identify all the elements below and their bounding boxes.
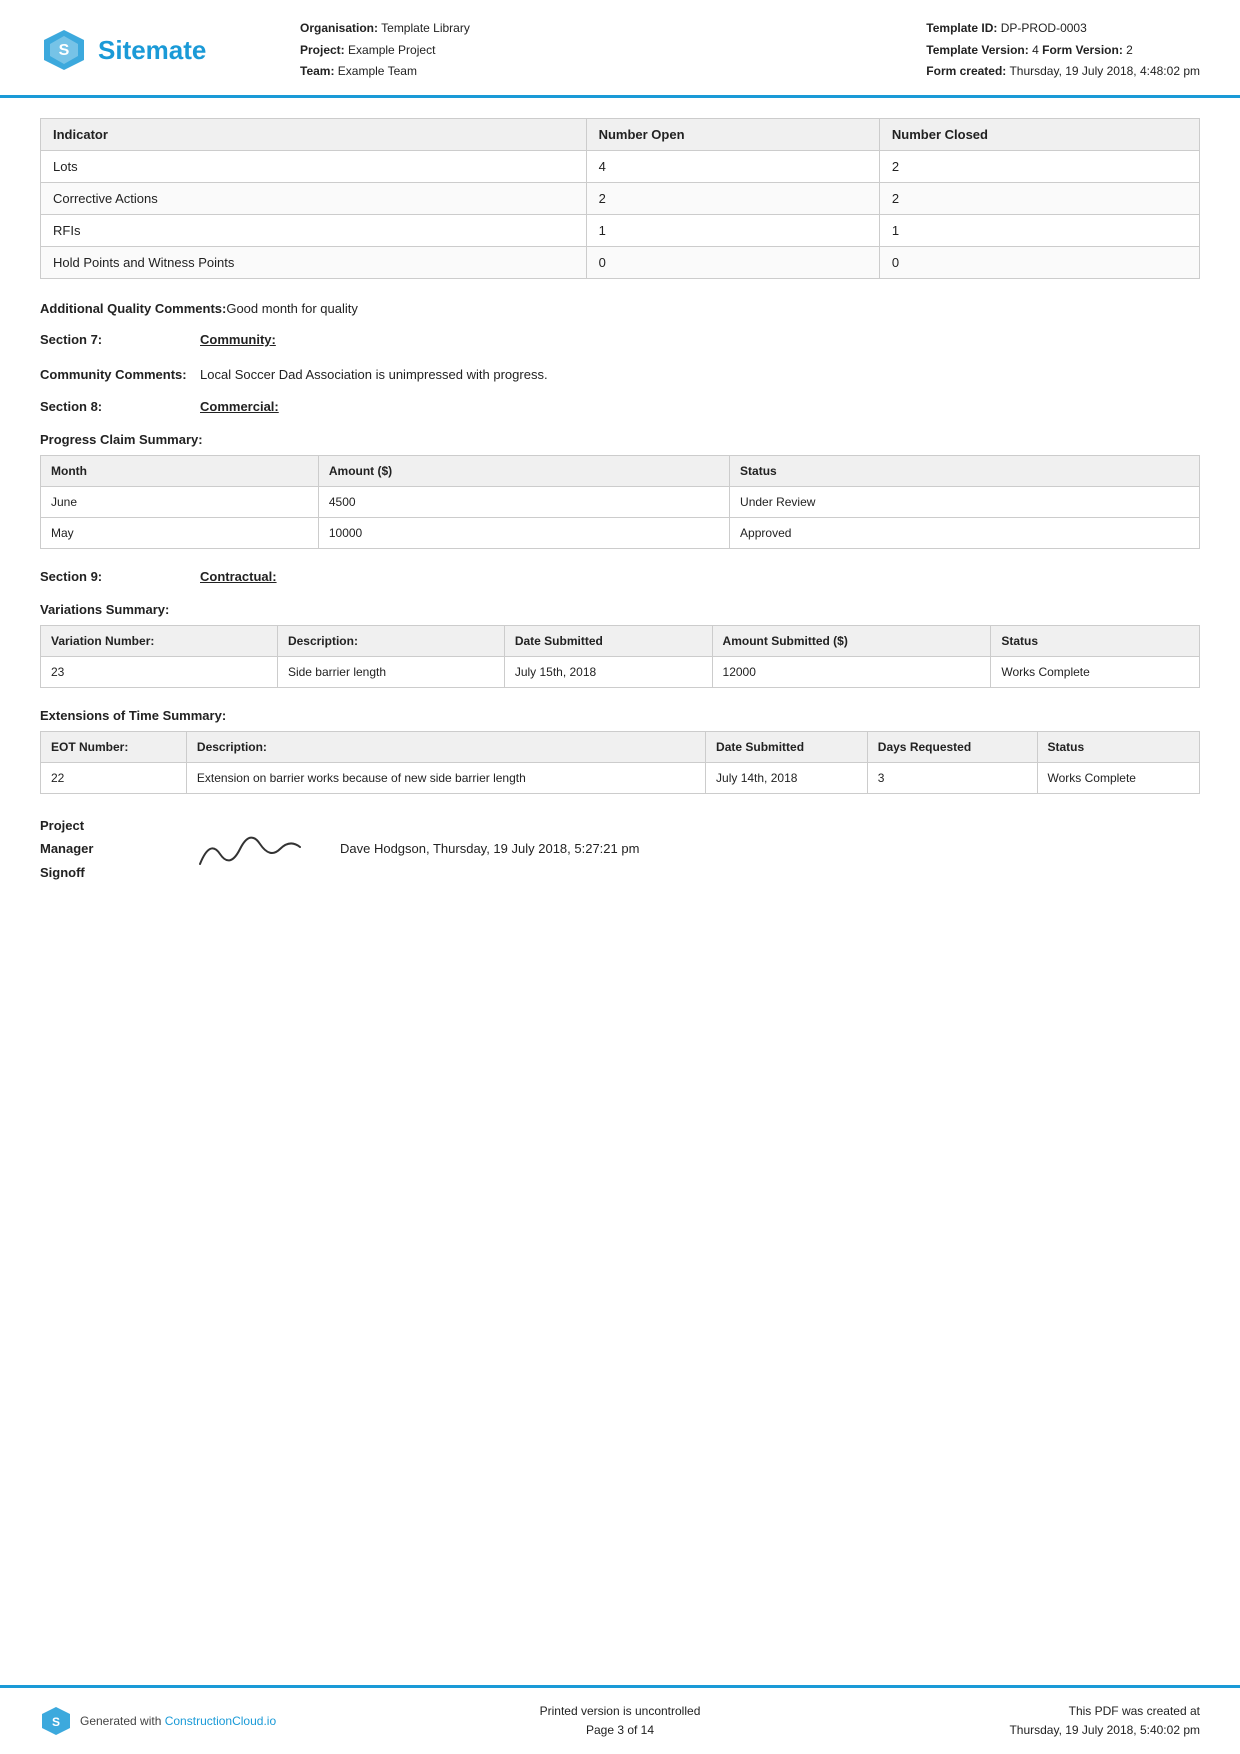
signoff-row: Project Manager Signoff Dave Hodgson, Th… — [40, 814, 1200, 884]
page-footer: S Generated with ConstructionCloud.io Pr… — [0, 1685, 1240, 1754]
footer-right: This PDF was created at Thursday, 19 Jul… — [940, 1702, 1200, 1740]
version-row: Template Version: 4 Form Version: 2 — [926, 40, 1200, 62]
variation-desc-header: Description: — [277, 625, 504, 656]
additional-quality-value: Good month for quality — [226, 299, 1200, 319]
header-meta: Organisation: Template Library Project: … — [260, 18, 1200, 83]
form-created-label: Form created: — [926, 64, 1006, 78]
section9-title: Contractual: — [200, 569, 277, 584]
section8-num: Section 8: — [40, 399, 200, 414]
footer-pdf-created: This PDF was created at — [940, 1702, 1200, 1721]
progress-amount-header: Amount ($) — [318, 455, 729, 486]
eot-date-header: Date Submitted — [706, 731, 868, 762]
number-closed-col-header: Number Closed — [879, 118, 1199, 150]
indicator-col-header: Indicator — [41, 118, 587, 150]
template-id-value: DP-PROD-0003 — [1001, 21, 1087, 35]
signoff-label-line2: Manager — [40, 837, 160, 860]
header-meta-left: Organisation: Template Library Project: … — [300, 18, 470, 83]
section7-title: Community: — [200, 332, 276, 347]
indicator-table: Indicator Number Open Number Closed Lots… — [40, 118, 1200, 279]
progress-claim-title: Progress Claim Summary: — [40, 432, 1200, 447]
table-row: 23Side barrier lengthJuly 15th, 20181200… — [41, 656, 1200, 687]
additional-quality-row: Additional Quality Comments: Good month … — [40, 299, 1200, 319]
form-created-row: Form created: Thursday, 19 July 2018, 4:… — [926, 61, 1200, 83]
additional-quality-label: Additional Quality Comments: — [40, 299, 226, 319]
table-row: June4500Under Review — [41, 486, 1200, 517]
form-created-value: Thursday, 19 July 2018, 4:48:02 pm — [1009, 64, 1200, 78]
footer-logo-icon: S — [40, 1705, 72, 1737]
section8-title: Commercial: — [200, 399, 279, 414]
signoff-info: Dave Hodgson, Thursday, 19 July 2018, 5:… — [340, 841, 639, 856]
org-value: Template Library — [381, 21, 470, 35]
eot-status-header: Status — [1037, 731, 1200, 762]
eot-table: EOT Number: Description: Date Submitted … — [40, 731, 1200, 794]
project-label: Project: — [300, 43, 345, 57]
eot-days-header: Days Requested — [867, 731, 1037, 762]
project-row: Project: Example Project — [300, 40, 470, 62]
section9-heading: Section 9: Contractual: — [40, 569, 1200, 584]
progress-month-header: Month — [41, 455, 319, 486]
form-version-label: Form Version: — [1042, 43, 1123, 57]
variation-status-header: Status — [991, 625, 1200, 656]
footer-uncontrolled: Printed version is uncontrolled — [300, 1702, 940, 1721]
variation-number-header: Variation Number: — [41, 625, 278, 656]
footer-generated-text: Generated with ConstructionCloud.io — [80, 1714, 276, 1728]
template-id-row: Template ID: DP-PROD-0003 — [926, 18, 1200, 40]
variation-date-header: Date Submitted — [504, 625, 712, 656]
table-row: RFIs11 — [41, 214, 1200, 246]
progress-claim-table: Month Amount ($) Status June4500Under Re… — [40, 455, 1200, 549]
section9-num: Section 9: — [40, 569, 200, 584]
org-row: Organisation: Template Library — [300, 18, 470, 40]
footer-pdf-date: Thursday, 19 July 2018, 5:40:02 pm — [940, 1721, 1200, 1740]
variations-title: Variations Summary: — [40, 602, 1200, 617]
team-label: Team: — [300, 64, 334, 78]
eot-number-header: EOT Number: — [41, 731, 187, 762]
community-comments-value: Local Soccer Dad Association is unimpres… — [200, 365, 1200, 385]
table-row: 22Extension on barrier works because of … — [41, 762, 1200, 793]
section8-heading: Section 8: Commercial: — [40, 399, 1200, 414]
table-row: May10000Approved — [41, 517, 1200, 548]
community-comments-row: Community Comments: Local Soccer Dad Ass… — [40, 365, 1200, 385]
project-value: Example Project — [348, 43, 435, 57]
eot-desc-header: Description: — [186, 731, 705, 762]
template-version-label: Template Version: — [926, 43, 1028, 57]
footer-middle: Printed version is uncontrolled Page 3 o… — [300, 1702, 940, 1740]
team-value: Example Team — [338, 64, 417, 78]
table-row: Hold Points and Witness Points00 — [41, 246, 1200, 278]
section7-heading: Section 7: Community: — [40, 332, 1200, 347]
footer-logo: S Generated with ConstructionCloud.io — [40, 1705, 300, 1737]
footer-page: Page 3 of 14 — [300, 1721, 940, 1740]
eot-title: Extensions of Time Summary: — [40, 708, 1200, 723]
signoff-label: Project Manager Signoff — [40, 814, 160, 884]
svg-text:S: S — [52, 1715, 60, 1729]
sitemate-logo-icon: S — [40, 26, 88, 74]
section7-num: Section 7: — [40, 332, 200, 347]
signature-image — [190, 819, 310, 879]
signoff-label-line1: Project — [40, 814, 160, 837]
logo-area: S Sitemate — [40, 26, 260, 74]
signoff-label-line3: Signoff — [40, 861, 160, 884]
main-content: Indicator Number Open Number Closed Lots… — [0, 98, 1240, 924]
footer-link[interactable]: ConstructionCloud.io — [165, 1714, 276, 1728]
header-meta-right: Template ID: DP-PROD-0003 Template Versi… — [926, 18, 1200, 83]
form-version-value: 2 — [1126, 43, 1133, 57]
team-row: Team: Example Team — [300, 61, 470, 83]
table-row: Corrective Actions22 — [41, 182, 1200, 214]
svg-text:S: S — [59, 42, 70, 59]
variation-amount-header: Amount Submitted ($) — [712, 625, 991, 656]
community-comments-label: Community Comments: — [40, 365, 200, 385]
variations-table: Variation Number: Description: Date Subm… — [40, 625, 1200, 688]
template-id-label: Template ID: — [926, 21, 997, 35]
org-label: Organisation: — [300, 21, 378, 35]
logo-text: Sitemate — [98, 35, 206, 66]
number-open-col-header: Number Open — [586, 118, 879, 150]
page-header: S Sitemate Organisation: Template Librar… — [0, 0, 1240, 98]
table-row: Lots42 — [41, 150, 1200, 182]
template-version-value: 4 — [1032, 43, 1039, 57]
progress-status-header: Status — [730, 455, 1200, 486]
